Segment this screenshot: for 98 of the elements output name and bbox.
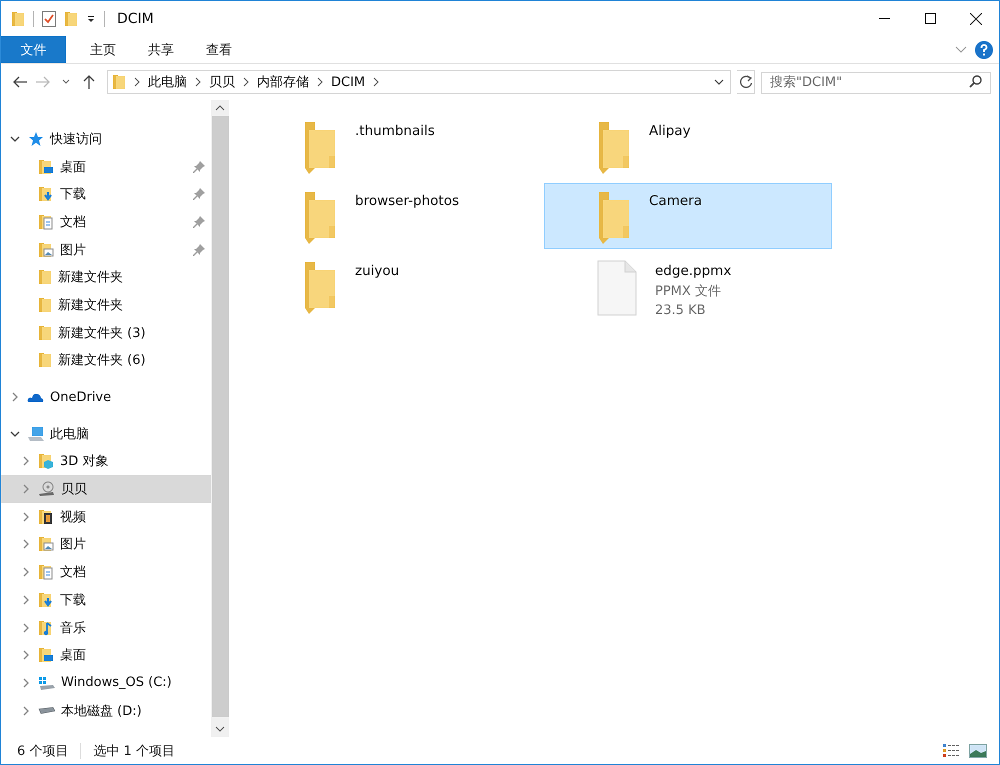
nav-item[interactable]: OneDrive bbox=[1, 383, 211, 411]
folder-item[interactable]: Alipay bbox=[544, 113, 832, 179]
maximize-icon[interactable] bbox=[924, 13, 936, 24]
address-bar[interactable]: 此电脑 贝贝 内部存储 DCIM bbox=[107, 70, 731, 94]
file-name: browser-photos bbox=[355, 193, 459, 209]
star-icon bbox=[27, 130, 44, 147]
scrollbar-thumb[interactable] bbox=[212, 116, 228, 717]
cube-folder-icon bbox=[38, 453, 54, 470]
file-name: Camera bbox=[649, 193, 702, 209]
item-count: 6 个项目 bbox=[17, 742, 68, 760]
minimize-icon[interactable] bbox=[878, 18, 890, 19]
folder-icon bbox=[597, 190, 631, 246]
file-icon bbox=[597, 260, 637, 316]
nav-item[interactable]: 图片 bbox=[1, 236, 211, 264]
folder-icon bbox=[303, 120, 337, 176]
nav-item[interactable]: 文档 bbox=[1, 208, 211, 236]
breadcrumb[interactable]: DCIM bbox=[331, 74, 366, 90]
folder-item[interactable]: Camera bbox=[544, 183, 832, 249]
drive-icon bbox=[38, 707, 55, 714]
nav-item[interactable]: 新建文件夹 (6) bbox=[1, 346, 211, 374]
nav-item[interactable]: 桌面 bbox=[1, 152, 211, 180]
file-name: Alipay bbox=[649, 123, 691, 139]
video-folder-icon bbox=[38, 508, 54, 525]
history-dropdown-icon[interactable] bbox=[714, 78, 724, 86]
window-title: DCIM bbox=[117, 10, 154, 26]
breadcrumb[interactable]: 此电脑 bbox=[148, 73, 187, 91]
nav-item[interactable]: 3D 对象 bbox=[1, 448, 211, 476]
nav-item[interactable]: 新建文件夹 bbox=[1, 263, 211, 292]
document-folder-icon bbox=[38, 564, 54, 580]
close-icon[interactable] bbox=[970, 12, 982, 24]
properties-icon[interactable] bbox=[42, 10, 56, 26]
file-name: zuiyou bbox=[355, 263, 400, 279]
pin-icon[interactable] bbox=[193, 160, 205, 173]
pictures-folder-icon bbox=[38, 536, 54, 552]
download-folder-icon bbox=[38, 186, 54, 202]
file-name: .thumbnails bbox=[355, 123, 435, 139]
nav-item[interactable]: 新建文件夹 bbox=[1, 291, 211, 319]
search-icon[interactable] bbox=[969, 75, 982, 88]
nav-item[interactable]: 本地磁盘 (D:) bbox=[1, 696, 211, 724]
nav-item[interactable]: 桌面 bbox=[1, 641, 211, 670]
selection-count: 选中 1 个项目 bbox=[93, 742, 175, 760]
folder-icon bbox=[112, 74, 126, 90]
nav-item[interactable]: 下载 bbox=[1, 180, 211, 208]
folder-icon bbox=[597, 120, 631, 176]
refresh-button[interactable] bbox=[737, 70, 755, 94]
back-arrow-icon[interactable] bbox=[12, 76, 26, 88]
media-device-icon bbox=[38, 481, 55, 498]
desktop-folder-icon bbox=[38, 647, 54, 664]
file-name: edge.ppmx bbox=[655, 263, 732, 279]
nav-item[interactable]: 音乐 bbox=[1, 614, 211, 642]
music-folder-icon bbox=[38, 620, 54, 636]
nav-item[interactable]: Windows_OS (C:) bbox=[1, 669, 211, 697]
new-folder-icon bbox=[64, 10, 78, 26]
folder-item[interactable]: browser-photos bbox=[250, 183, 538, 249]
large-icons-view-icon[interactable] bbox=[969, 744, 987, 758]
folder-icon bbox=[38, 296, 52, 313]
nav-item[interactable]: 新建文件夹 (3) bbox=[1, 318, 211, 346]
breadcrumb[interactable]: 内部存储 bbox=[257, 73, 309, 91]
nav-item[interactable]: 图片 bbox=[1, 530, 211, 558]
dropdown-icon[interactable] bbox=[86, 14, 96, 24]
search-field[interactable]: 搜索"DCIM" bbox=[761, 72, 991, 94]
caret-icon[interactable] bbox=[62, 79, 70, 85]
folder-icon bbox=[38, 324, 52, 341]
file-type: PPMX 文件 bbox=[655, 283, 722, 300]
folder-item[interactable]: zuiyou bbox=[250, 253, 538, 319]
document-folder-icon bbox=[38, 214, 54, 230]
file-item[interactable]: edge.ppmx PPMX 文件 23.5 KB bbox=[544, 253, 832, 319]
file-menu-tab[interactable]: 文件 bbox=[1, 36, 66, 63]
folder-item[interactable]: .thumbnails bbox=[250, 113, 538, 179]
pin-icon[interactable] bbox=[193, 188, 205, 200]
ribbon-tab[interactable]: 查看 bbox=[190, 36, 248, 63]
download-folder-icon bbox=[38, 592, 54, 608]
help-icon[interactable] bbox=[975, 40, 993, 58]
folder-icon bbox=[38, 352, 52, 368]
file-size: 23.5 KB bbox=[655, 303, 707, 318]
nav-item[interactable]: 下载 bbox=[1, 586, 211, 614]
pictures-folder-icon bbox=[38, 242, 54, 258]
refresh-icon[interactable] bbox=[738, 75, 752, 89]
nav-item[interactable]: 此电脑 bbox=[1, 420, 211, 448]
nav-item[interactable]: 文档 bbox=[1, 558, 211, 586]
nav-item[interactable]: 贝贝 bbox=[1, 475, 211, 503]
pin-icon[interactable] bbox=[193, 244, 205, 256]
nav-item[interactable]: 视频 bbox=[1, 502, 211, 531]
pin-icon[interactable] bbox=[193, 216, 205, 228]
desktop-folder-icon bbox=[38, 158, 54, 175]
ribbon-tab[interactable]: 共享 bbox=[132, 36, 190, 63]
computer-icon bbox=[27, 426, 44, 442]
expand-ribbon-icon[interactable] bbox=[955, 46, 967, 54]
folder-icon bbox=[11, 10, 25, 26]
folder-icon bbox=[303, 190, 337, 246]
breadcrumb[interactable]: 贝贝 bbox=[209, 73, 235, 91]
folder-icon bbox=[38, 269, 52, 286]
up-arrow-icon[interactable] bbox=[82, 75, 94, 89]
ribbon-tab[interactable]: 主页 bbox=[74, 36, 132, 63]
details-view-icon[interactable] bbox=[943, 744, 959, 758]
nav-item[interactable]: 快速访问 bbox=[1, 125, 211, 153]
windows-drive-icon bbox=[38, 674, 55, 691]
folder-icon bbox=[303, 260, 337, 316]
